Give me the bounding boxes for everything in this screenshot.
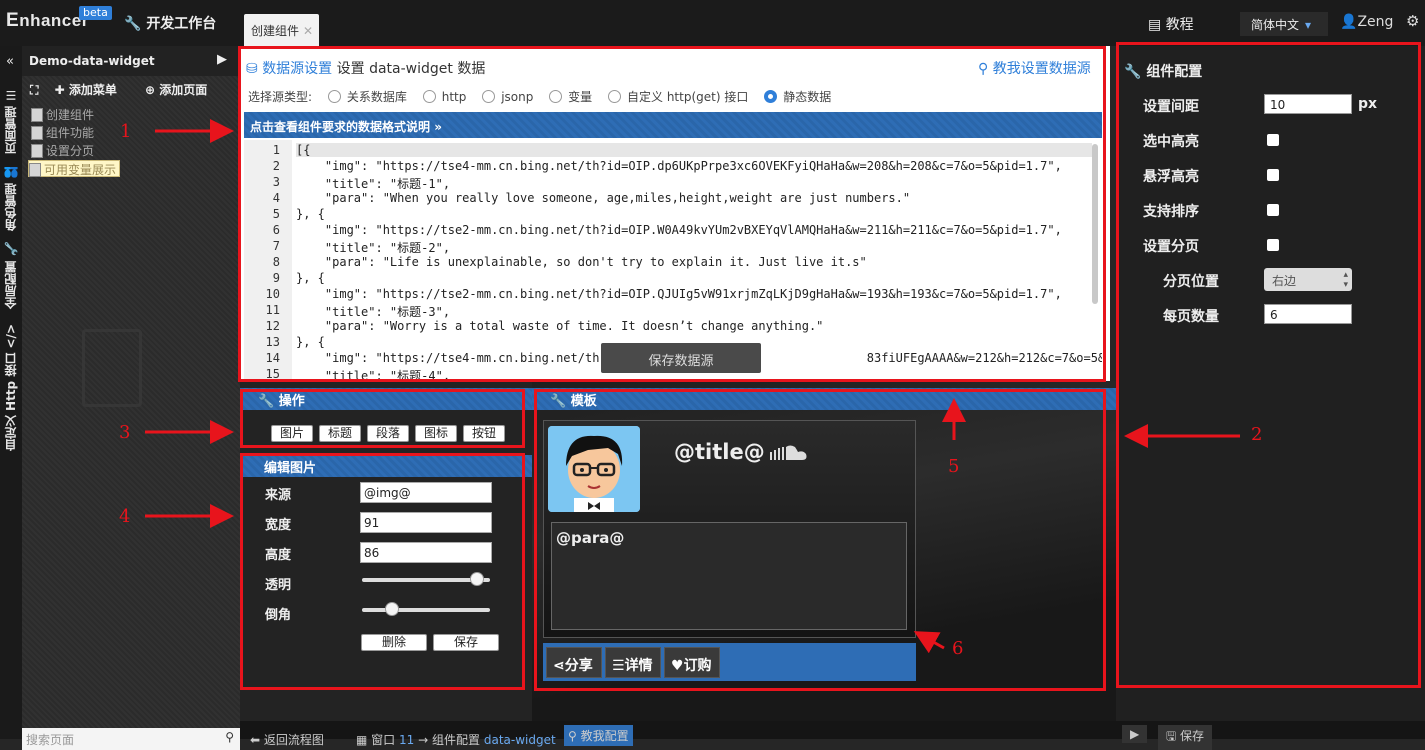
annotation-arrows (145, 119, 1240, 654)
annotation-number: 3 (119, 422, 131, 443)
arrow-6 (913, 631, 945, 654)
annotation-number: 2 (1251, 424, 1263, 445)
annotation-number: 5 (948, 456, 960, 477)
annotation-number: 4 (119, 506, 131, 527)
annotation-number: 1 (120, 121, 132, 142)
annotation-number: 6 (952, 638, 964, 659)
